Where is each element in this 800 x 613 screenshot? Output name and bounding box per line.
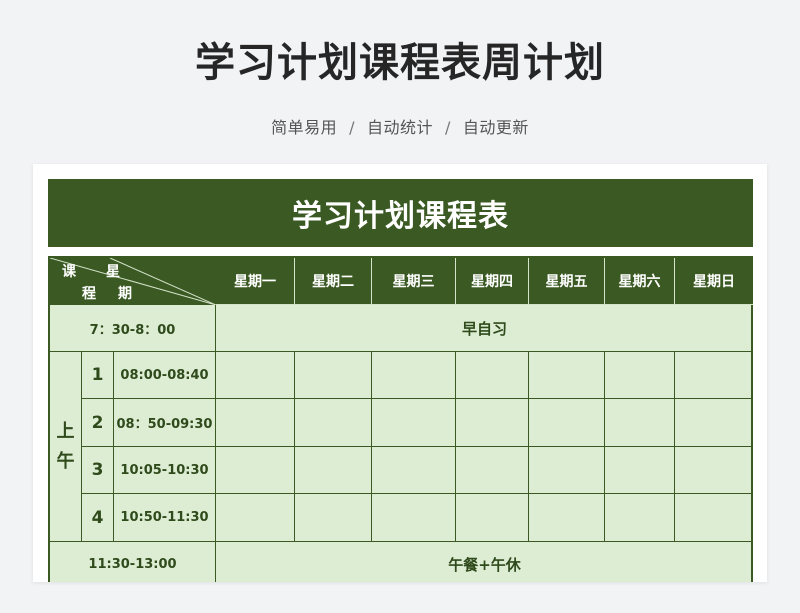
separator: / [349,118,355,137]
corner-ke: 课 [62,264,76,280]
schedule-cell[interactable] [456,447,529,494]
schedule-sheet: 学习计划课程表 课 程 星 期 星期一 星期二 星期三 星期四 星期五 星期六 … [48,179,753,582]
schedule-cell[interactable] [529,494,605,542]
corner-header: 课 程 星 期 [50,258,216,305]
feature-tags: 简单易用 / 自动统计 / 自动更新 [0,114,800,138]
separator: / [445,118,451,137]
schedule-cell[interactable] [456,352,529,399]
day-header: 星期五 [529,258,605,305]
schedule-cell[interactable] [529,399,605,447]
spreadsheet-preview: 学习计划课程表 课 程 星 期 星期一 星期二 星期三 星期四 星期五 星期六 … [33,164,767,582]
am-period-label: 上 午 [50,352,82,542]
schedule-cell[interactable] [675,494,753,542]
class-number: 3 [82,447,114,494]
page-title: 学习计划课程表周计划 [195,40,605,86]
schedule-cell[interactable] [605,399,675,447]
class-time: 08：50-09:30 [114,399,216,447]
schedule-cell[interactable] [456,399,529,447]
schedule-cell[interactable] [372,399,456,447]
schedule-cell[interactable] [372,447,456,494]
day-header: 星期一 [216,258,295,305]
schedule-cell[interactable] [295,352,372,399]
day-header: 星期三 [372,258,456,305]
tag-easy: 简单易用 [271,118,338,137]
tag-stats: 自动统计 [366,118,433,137]
am-label-first: 上 [56,420,75,442]
corner-cheng: 程 [82,286,96,302]
schedule-grid: 课 程 星 期 星期一 星期二 星期三 星期四 星期五 星期六 星期日 7：30… [48,256,753,582]
schedule-cell[interactable] [216,494,295,542]
schedule-cell[interactable] [372,494,456,542]
day-header: 星期六 [605,258,675,305]
lunch-time: 11:30-13:00 [50,542,216,582]
schedule-cell[interactable] [216,399,295,447]
schedule-cell[interactable] [675,447,753,494]
day-header: 星期四 [456,258,529,305]
sheet-title: 学习计划课程表 [48,179,753,247]
schedule-cell[interactable] [295,447,372,494]
class-time: 08:00-08:40 [114,352,216,399]
schedule-cell[interactable] [216,352,295,399]
corner-xing: 星 [106,264,120,280]
am-label-second: 午 [56,450,75,472]
class-number: 4 [82,494,114,542]
class-number: 2 [82,399,114,447]
tag-update: 自动更新 [462,118,529,137]
schedule-cell[interactable] [216,447,295,494]
corner-qi: 期 [118,286,132,302]
schedule-cell[interactable] [529,352,605,399]
class-time: 10:50-11:30 [114,494,216,542]
morning-reading-label: 早自习 [216,305,753,352]
schedule-cell[interactable] [529,447,605,494]
class-number: 1 [82,352,114,399]
schedule-cell[interactable] [295,399,372,447]
lunch-label: 午餐+午休 [448,555,521,574]
class-time: 10:05-10:30 [114,447,216,494]
schedule-cell[interactable] [295,494,372,542]
schedule-cell[interactable] [675,399,753,447]
schedule-cell[interactable] [605,352,675,399]
schedule-cell[interactable] [675,352,753,399]
day-header: 星期二 [295,258,372,305]
schedule-cell[interactable] [372,352,456,399]
day-header: 星期日 [675,258,753,305]
schedule-cell[interactable] [605,447,675,494]
schedule-cell[interactable] [456,494,529,542]
morning-reading-time: 7：30-8：00 [50,305,216,352]
schedule-cell[interactable] [605,494,675,542]
